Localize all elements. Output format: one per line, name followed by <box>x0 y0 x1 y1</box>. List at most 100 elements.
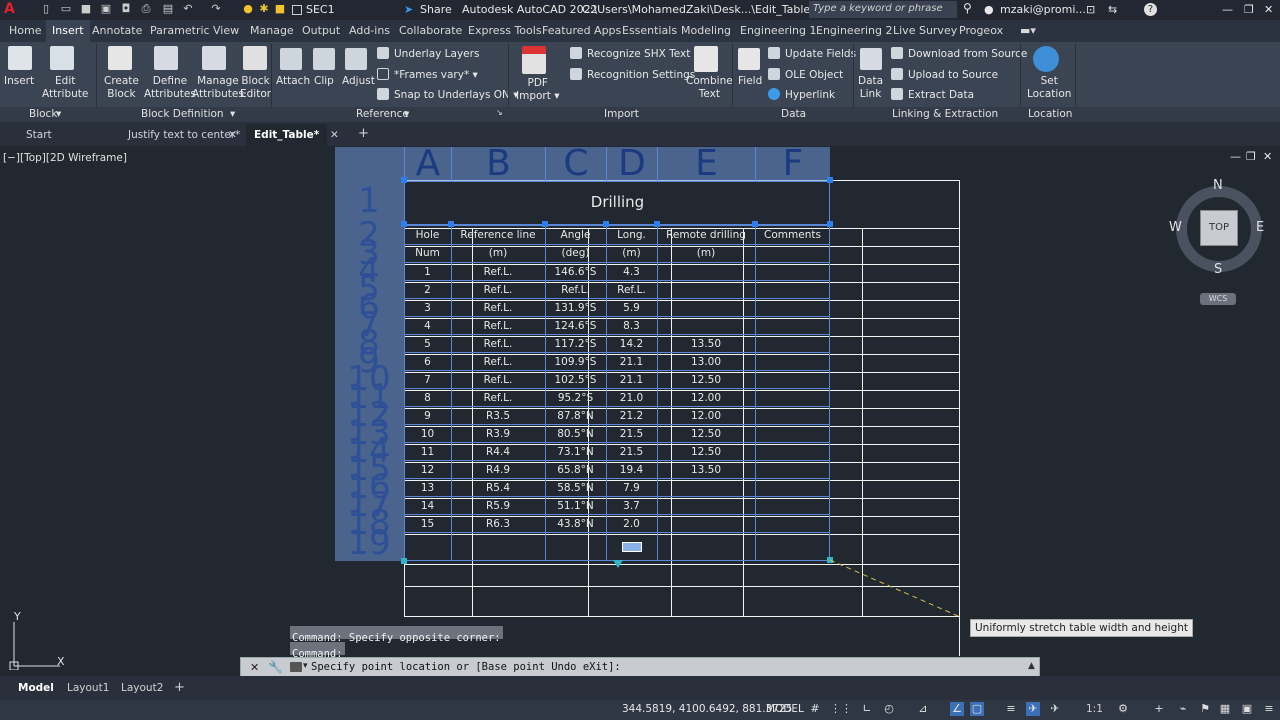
column-header-a[interactable]: A <box>405 146 451 182</box>
table-cell[interactable]: R6.3 <box>451 517 545 531</box>
file-tab-start[interactable]: Start <box>26 129 52 141</box>
new-file-icon[interactable]: ▯ <box>40 3 52 15</box>
ole-object-button[interactable]: OLE Object <box>768 68 843 81</box>
table-grip[interactable] <box>654 221 660 227</box>
tab-engineering-2[interactable]: Engineering 2 <box>816 24 893 37</box>
lineweight-icon[interactable]: ≡ <box>1004 702 1018 716</box>
table-cell[interactable]: Ref.L. <box>451 373 545 387</box>
header-cell[interactable]: Num <box>404 246 451 260</box>
table-grip[interactable] <box>827 221 833 227</box>
table-grip[interactable] <box>603 221 609 227</box>
polar-tracking-icon[interactable]: ◴ <box>882 702 896 716</box>
panel-data[interactable]: Data <box>781 108 806 120</box>
table-title[interactable]: Drilling <box>405 194 830 210</box>
isodraft-icon[interactable]: ⊿ <box>916 702 930 716</box>
grid-icon[interactable]: # <box>808 702 822 716</box>
panel-block-arrow[interactable]: ▾ <box>56 108 61 120</box>
save-as-icon[interactable]: ▣ <box>100 3 112 15</box>
table-cell[interactable]: 12.00 <box>657 391 755 405</box>
user-icon[interactable]: ● <box>984 3 994 16</box>
viewport-close-icon[interactable]: ✕ <box>1263 150 1272 163</box>
table-cell[interactable]: 146.6°S <box>545 265 606 279</box>
data-link-button[interactable]: Data Link <box>858 75 883 101</box>
tab-collaborate[interactable]: Collaborate <box>399 24 462 37</box>
viewport-restore-icon[interactable]: ❐ <box>1246 150 1256 163</box>
panel-block-definition[interactable]: Block Definition <box>141 108 224 120</box>
panel-import[interactable]: Import <box>604 108 639 120</box>
share-button[interactable]: Share <box>420 3 452 16</box>
redo-icon[interactable]: ↷ <box>210 3 222 15</box>
compass-west[interactable]: W <box>1169 220 1182 235</box>
tab-add-ins[interactable]: Add-ins <box>349 24 390 37</box>
tab-manage[interactable]: Manage <box>250 24 294 37</box>
table-grip[interactable] <box>401 177 407 183</box>
table-cell[interactable]: 7 <box>404 373 451 387</box>
plot-icon[interactable]: ▤ <box>162 3 174 15</box>
header-cell[interactable]: Long. <box>606 228 657 242</box>
upload-source-button[interactable]: Upload to Source <box>891 68 998 81</box>
compass-north[interactable]: N <box>1213 178 1223 193</box>
save-icon[interactable]: ■ <box>80 3 92 15</box>
search-input[interactable]: Type a keyword or phrase <box>813 3 943 14</box>
table-cell[interactable]: 80.5°N <box>545 427 606 441</box>
cart-icon[interactable]: ⊡ <box>1086 3 1095 16</box>
lock-icon[interactable]: ■ <box>274 3 286 15</box>
command-scroll-icon[interactable]: ▲ <box>1028 661 1035 671</box>
column-header-f[interactable]: F <box>756 146 830 182</box>
tab-express-tools[interactable]: Express Tools <box>468 24 542 37</box>
table-cell[interactable]: 21.1 <box>606 355 657 369</box>
table-cell[interactable]: R4.9 <box>451 463 545 477</box>
create-block-button[interactable]: Create Block <box>104 75 139 101</box>
table-cell[interactable]: 117.2°S <box>545 337 606 351</box>
table-grip[interactable] <box>542 221 548 227</box>
viewcube-top-face[interactable]: TOP <box>1200 210 1238 246</box>
sun-icon[interactable]: ✱ <box>258 3 270 15</box>
block-editor-button[interactable]: Block Editor <box>240 75 271 101</box>
open-file-icon[interactable]: ▭ <box>60 3 72 15</box>
panel-block-definition-arrow[interactable]: ▾ <box>230 108 235 120</box>
layout-tab-layout2[interactable]: Layout2 <box>121 682 163 694</box>
wcs-menu[interactable]: WCS <box>1200 293 1236 305</box>
lightbulb-icon[interactable]: ● <box>242 3 254 15</box>
update-fields-button[interactable]: Update Fields <box>768 47 856 60</box>
extract-data-button[interactable]: Extract Data <box>891 88 974 101</box>
table-cell[interactable]: Ref.L. <box>451 265 545 279</box>
table-cell[interactable]: 5 <box>404 337 451 351</box>
viewport-label[interactable]: [−][Top][2D Wireframe] <box>3 152 127 164</box>
add-layout-icon[interactable]: + <box>174 680 185 695</box>
tab-annotate[interactable]: Annotate <box>92 24 142 37</box>
combine-text-button[interactable]: Combine Text <box>686 75 733 101</box>
header-cell[interactable]: Reference line <box>451 228 545 242</box>
table-cell[interactable]: 21.5 <box>606 445 657 459</box>
download-source-button[interactable]: Download from Source <box>891 47 1027 60</box>
adjust-button[interactable]: Adjust <box>342 75 375 88</box>
table-cell[interactable]: 102.5°S <box>545 373 606 387</box>
tab-live-survey[interactable]: Live Survey <box>893 24 957 37</box>
tab-essentials[interactable]: Essentials <box>622 24 677 37</box>
table-grip[interactable] <box>401 558 407 564</box>
web-mobile-icon[interactable]: ◘ <box>120 3 132 15</box>
table-cell[interactable]: 13 <box>404 481 451 495</box>
object-snap-icon[interactable]: ▢ <box>970 702 984 716</box>
table-cell[interactable]: 12.50 <box>657 445 755 459</box>
panel-reference-arrow[interactable]: ▾ <box>404 108 409 120</box>
define-attributes-icon[interactable] <box>154 46 178 70</box>
table-cell[interactable]: R3.5 <box>451 409 545 423</box>
define-attributes-button[interactable]: Define Attributes <box>144 75 196 101</box>
table-cell[interactable]: Ref.L. <box>451 301 545 315</box>
snap-underlays-dropdown[interactable]: Snap to Underlays ON ▾ <box>377 88 519 101</box>
print-icon[interactable]: ⎙ <box>140 3 152 15</box>
table-cell[interactable]: 4.3 <box>606 265 657 279</box>
clip-button[interactable]: Clip <box>314 75 334 88</box>
infer-constraints-icon[interactable]: ∟ <box>860 702 874 716</box>
table-cell[interactable]: Ref.L. <box>451 319 545 333</box>
search-box[interactable]: Type a keyword or phrase <box>809 1 957 18</box>
tab-engineering-1[interactable]: Engineering 1 <box>740 24 817 37</box>
clean-screen-icon[interactable]: ▣ <box>1240 702 1254 716</box>
insert-button[interactable]: Insert <box>4 75 34 88</box>
hardware-acceleration-icon[interactable]: ⚑ <box>1198 702 1212 716</box>
header-cell[interactable]: (deg) <box>545 246 606 260</box>
header-cell[interactable]: (m) <box>451 246 545 260</box>
minimize-icon[interactable]: — <box>1222 3 1233 16</box>
table-cell[interactable]: 1 <box>404 265 451 279</box>
